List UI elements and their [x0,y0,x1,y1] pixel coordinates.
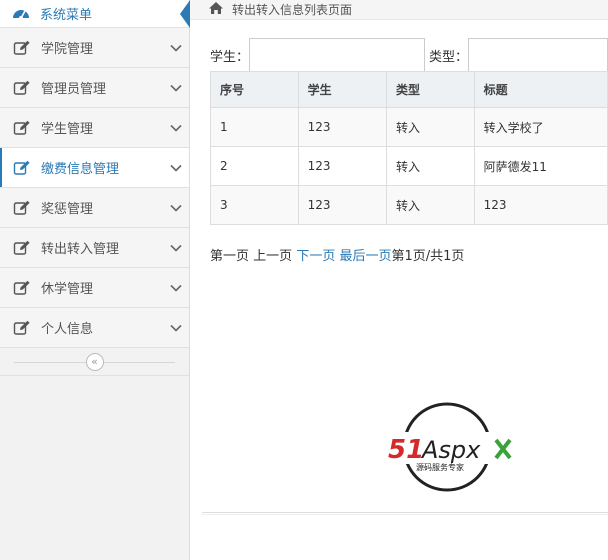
sidebar-item[interactable]: 缴费信息管理 [0,148,189,188]
sidebar-item-label: 个人信息 [41,322,94,337]
brand-logo: 51 Aspx 源码服务专家 [386,402,516,494]
edit-icon [13,40,31,56]
table-cell: 转入 [385,107,475,147]
sidebar: 系统菜单 学院管理管理员管理学生管理缴费信息管理 奖惩管理转出转入管理 休学管理个人… [0,0,190,560]
sidebar-item-label: 管理员管理 [41,82,107,97]
sidebar-item-label: 缴费信息管理 [41,162,120,177]
edit-icon [13,200,31,216]
table-cell: 123 [297,146,387,186]
sidebar-item[interactable]: 转出转入管理 [0,228,189,268]
table-header-row: 序号 学生 类型 标题 [210,71,608,108]
table-row[interactable]: 3 123 转入 123 [210,185,608,225]
page-info: 第1页/共1页 [391,249,465,264]
breadcrumb-text: 转出转入信息列表页面 [232,3,353,17]
sidebar-item[interactable]: 个人信息 [0,308,189,348]
svg-text:51: 51 [388,435,424,465]
table-cell: 3 [210,185,299,225]
sidebar-header: 系统菜单 [0,0,190,28]
edit-icon [13,240,31,256]
chevron-down-icon[interactable] [163,284,189,292]
svg-text:Aspx: Aspx [420,436,481,464]
footer-divider [202,512,608,513]
svg-text:源码服务专家: 源码服务专家 [416,462,464,472]
sidebar-collapse-button[interactable]: « [85,352,104,371]
edit-icon [13,120,31,136]
prev-page-text: 上一页 [253,249,293,264]
next-page-link[interactable]: 下一页 [296,249,335,264]
sidebar-item-label: 学院管理 [41,42,94,57]
sidebar-item[interactable]: 管理员管理 [0,68,189,108]
chevron-down-icon[interactable] [163,244,189,252]
first-page-text: 第一页 [210,249,250,264]
column-header: 序号 [210,71,299,108]
table-cell: 2 [210,146,299,186]
sidebar-item[interactable]: 学生管理 [0,108,189,148]
chevron-down-icon[interactable] [163,44,189,52]
table-row[interactable]: 1 123 转入 转入学校了 [210,107,608,147]
table-cell: 1 [210,107,299,147]
student-label: 学生： [210,49,250,65]
sidebar-item-label: 转出转入管理 [41,242,120,257]
edit-icon [13,80,31,96]
type-label: 类型： [429,49,469,65]
chevron-down-icon[interactable] [163,204,189,212]
column-header: 类型 [385,71,475,108]
sidebar-title: 系统菜单 [40,8,93,23]
last-page-link[interactable]: 最后一页 [339,249,391,264]
sidebar-item-label: 学生管理 [41,122,94,137]
search-form: 学生： 类型： [210,38,608,72]
column-header: 学生 [297,71,387,108]
sidebar-header-notch [180,0,190,28]
edit-icon [13,280,31,296]
home-icon[interactable] [208,1,224,19]
sidebar-item[interactable]: 学院管理 [0,28,189,68]
table-row[interactable]: 2 123 转入 阿萨德发11 [210,146,608,186]
table-cell: 转入 [385,185,475,225]
table-cell: 123 [297,107,387,147]
type-input[interactable] [468,38,608,72]
student-input[interactable] [249,38,425,72]
sidebar-item[interactable]: 奖惩管理 [0,188,189,228]
chevron-down-icon[interactable] [163,164,189,172]
sidebar-item[interactable]: 休学管理 [0,268,189,308]
column-header: 标题 [473,71,608,108]
edit-icon [13,160,31,176]
pagination: 第一页 上一页 下一页 最后一页第1页/共1页 [210,245,464,264]
breadcrumb: 转出转入信息列表页面 [190,0,608,20]
table-cell: 123 [473,185,608,225]
table-cell: 阿萨德发11 [473,146,608,186]
chevron-down-icon[interactable] [163,84,189,92]
sidebar-collapse-row: « [0,348,189,376]
chevron-down-icon[interactable] [163,324,189,332]
footer-divider [202,514,608,515]
table-cell: 转入学校了 [473,107,608,147]
chevron-down-icon[interactable] [163,124,189,132]
table-cell: 123 [297,185,387,225]
dashboard-icon [12,5,30,23]
edit-icon [13,320,31,336]
sidebar-item-label: 休学管理 [41,282,94,297]
table-cell: 转入 [385,146,475,186]
sidebar-item-label: 奖惩管理 [41,202,94,217]
data-table: 序号 学生 类型 标题 1 123 转入 转入学校了 2 123 转入 阿萨德发… [210,71,608,225]
